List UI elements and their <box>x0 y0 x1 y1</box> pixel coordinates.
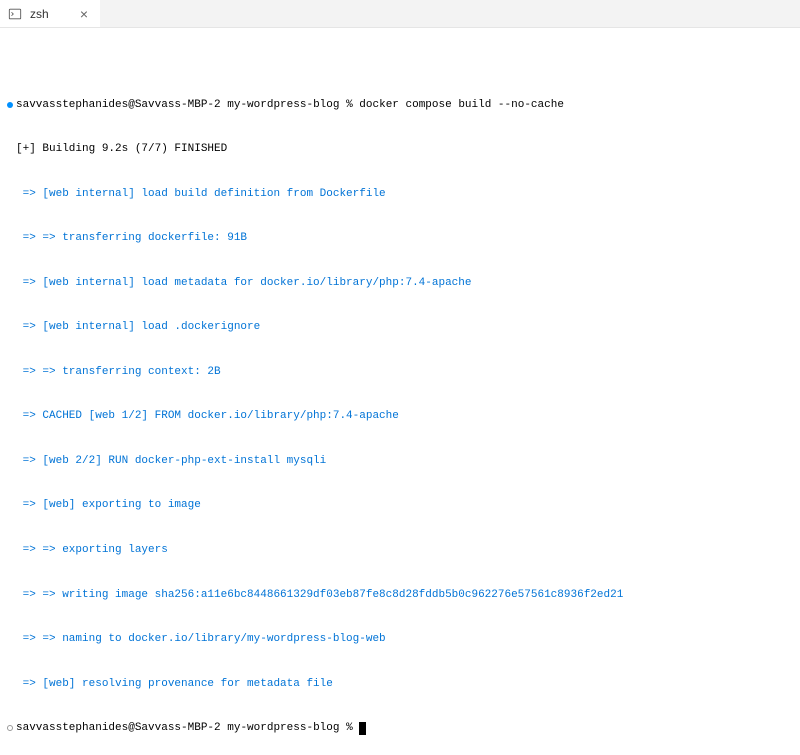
build-line: => => exporting layers <box>4 543 796 558</box>
build-line: => [web 2/2] RUN docker-php-ext-install … <box>4 454 796 469</box>
build-line: => [web] resolving provenance for metada… <box>4 677 796 692</box>
build-line: => => transferring context: 2B <box>4 365 796 380</box>
terminal-icon <box>8 7 22 21</box>
build-line: => CACHED [web 1/2] FROM docker.io/libra… <box>4 409 796 424</box>
prompt-line: savvasstephanides@Savvass-MBP-2 my-wordp… <box>4 721 796 736</box>
build-line: => => transferring dockerfile: 91B <box>4 231 796 246</box>
status-dot-idle <box>7 725 13 731</box>
prompt-dir: my-wordpress-blog <box>227 99 339 111</box>
prompt-symbol: % <box>346 99 353 111</box>
build-line: => [web internal] load .dockerignore <box>4 320 796 335</box>
build-line: => [web internal] load build definition … <box>4 187 796 202</box>
build-line: => => naming to docker.io/library/my-wor… <box>4 632 796 647</box>
build-line: => [web] exporting to image <box>4 498 796 513</box>
prompt-symbol: % <box>346 722 353 734</box>
build-header-line: [+] Building 9.2s (7/7) FINISHED <box>4 142 796 157</box>
terminal-output[interactable]: savvasstephanides@Savvass-MBP-2 my-wordp… <box>0 28 800 755</box>
prompt-userhost: savvasstephanides@Savvass-MBP-2 <box>16 722 221 734</box>
status-dot-active <box>7 102 13 108</box>
close-icon[interactable]: × <box>76 6 92 22</box>
tab-label: zsh <box>30 7 68 21</box>
build-line: => [web internal] load metadata for dock… <box>4 276 796 291</box>
build-line: => => writing image sha256:a11e6bc844866… <box>4 588 796 603</box>
terminal-tab[interactable]: zsh × <box>0 0 100 27</box>
tab-bar: zsh × <box>0 0 800 28</box>
prompt-userhost: savvasstephanides@Savvass-MBP-2 <box>16 99 221 111</box>
build-header: [+] Building 9.2s (7/7) FINISHED <box>16 142 796 157</box>
prompt-dir: my-wordpress-blog <box>227 722 339 734</box>
cursor <box>359 722 366 735</box>
prompt-line: savvasstephanides@Savvass-MBP-2 my-wordp… <box>4 98 796 113</box>
command-text: docker compose build --no-cache <box>359 99 564 111</box>
